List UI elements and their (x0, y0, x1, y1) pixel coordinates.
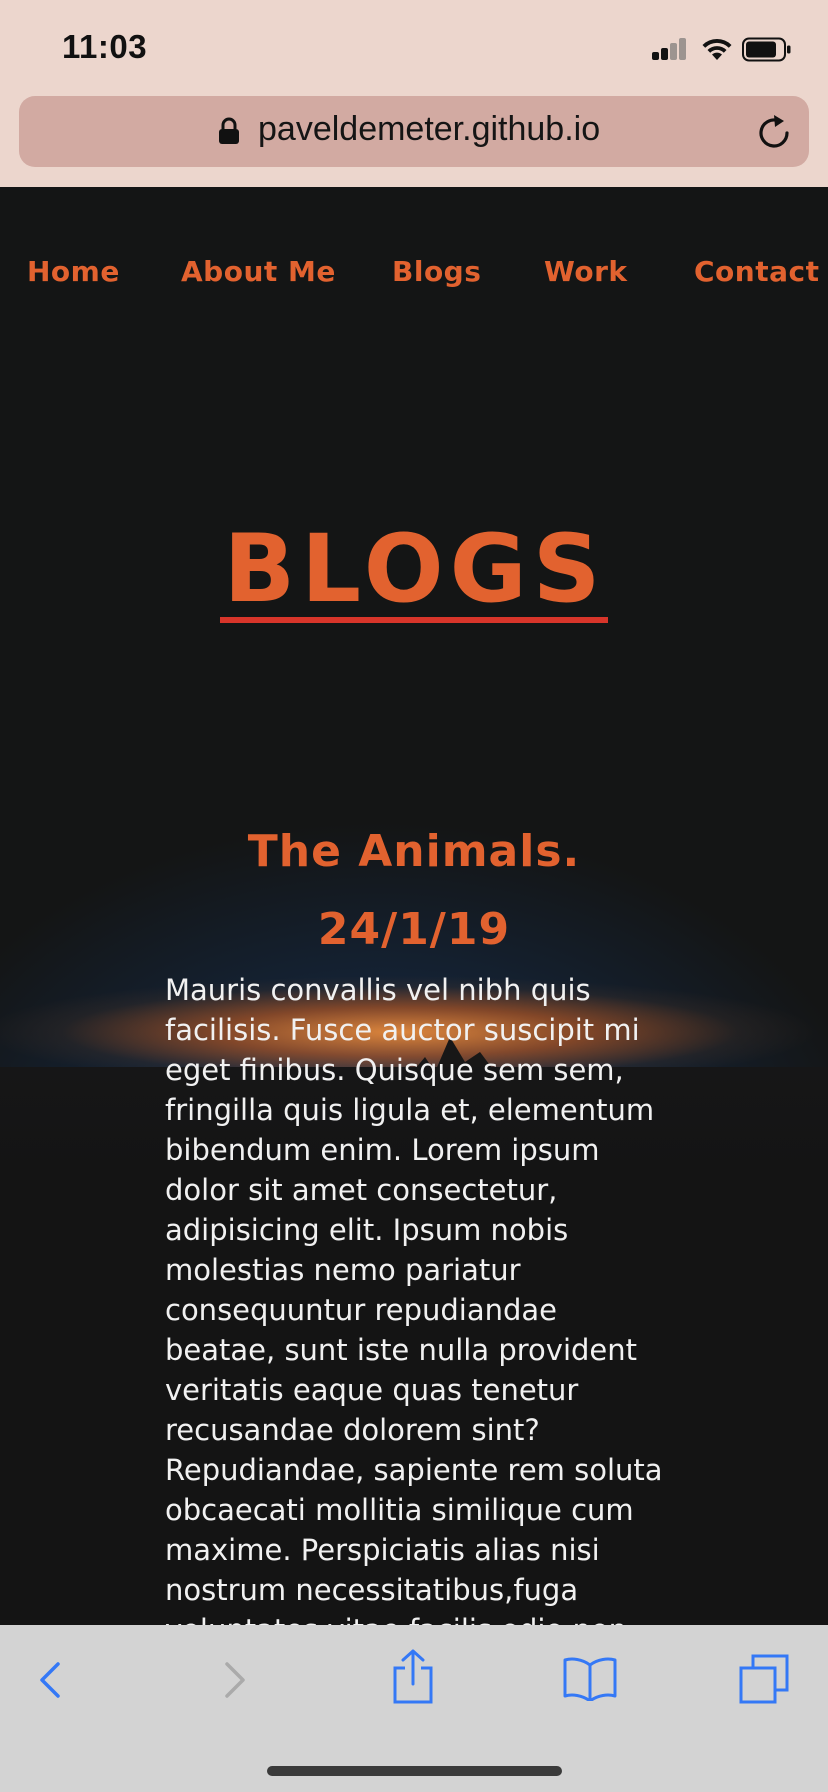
nav-about-me[interactable]: About Me (181, 255, 336, 288)
reload-icon[interactable] (756, 113, 792, 151)
cellular-signal-icon (652, 38, 688, 60)
nav-blogs[interactable]: Blogs (392, 255, 481, 288)
page-title-text: BLOGS (219, 522, 609, 623)
lock-icon (219, 117, 239, 144)
battery-icon (742, 37, 791, 62)
page-title: BLOGS (0, 522, 828, 623)
forward-icon[interactable] (219, 1660, 249, 1700)
post-body: Mauris convallis vel nibh quis facilisis… (165, 973, 663, 1647)
post-date: 24/1/19 (317, 904, 511, 955)
nav-contact[interactable]: Contact (694, 255, 819, 288)
wifi-icon (702, 38, 732, 60)
share-icon[interactable] (391, 1648, 435, 1704)
bookmarks-icon[interactable] (562, 1655, 618, 1701)
home-indicator (267, 1766, 562, 1776)
nav-work[interactable]: Work (544, 255, 628, 288)
nav-home[interactable]: Home (27, 255, 120, 288)
status-time: 11:03 (62, 28, 148, 65)
tabs-icon[interactable] (737, 1652, 791, 1706)
url-text[interactable]: paveldemeter.github.io (258, 110, 600, 149)
back-icon[interactable] (36, 1660, 66, 1700)
site-nav: Home About Me Blogs Work Contact (0, 255, 828, 295)
post-title: The Animals. (247, 826, 581, 877)
